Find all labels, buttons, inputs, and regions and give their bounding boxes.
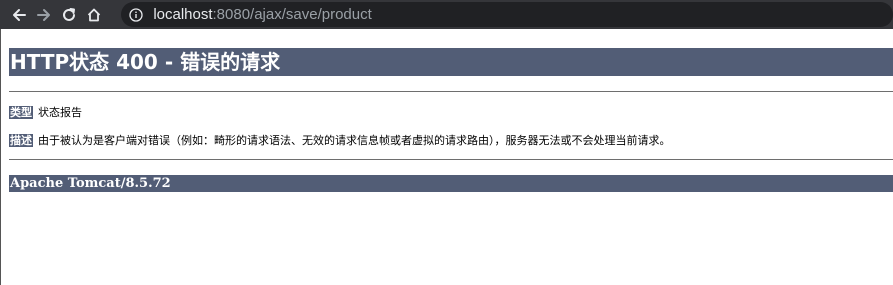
divider [9,159,893,160]
error-title: HTTP状态 400 - 错误的请求 [9,48,893,76]
back-arrow-icon[interactable] [10,4,29,26]
page-content: HTTP状态 400 - 错误的请求 类型 状态报告 描述 由于被认为是客户端对… [0,29,893,285]
server-footer: Apache Tomcat/8.5.72 [9,175,893,192]
description-label: 描述 [9,133,33,147]
divider [9,91,893,92]
url-host: localhost [153,6,213,23]
info-icon[interactable] [129,7,143,22]
home-icon[interactable] [84,4,103,26]
description-value: 由于被认为是客户端对错误（例如：畸形的请求语法、无效的请求信息帧或者虚拟的请求路… [38,134,671,147]
reload-icon[interactable] [60,4,79,26]
browser-toolbar: localhost:8080/ajax/save/product [0,0,893,29]
url-text[interactable]: localhost:8080/ajax/save/product [153,6,371,23]
address-bar[interactable]: localhost:8080/ajax/save/product [121,2,893,27]
type-value: 状态报告 [38,106,82,119]
type-row: 类型 状态报告 [9,105,82,119]
type-label: 类型 [9,105,33,119]
forward-arrow-icon[interactable] [35,4,54,26]
description-row: 描述 由于被认为是客户端对错误（例如：畸形的请求语法、无效的请求信息帧或者虚拟的… [9,133,671,147]
url-path: :8080/ajax/save/product [212,6,372,23]
